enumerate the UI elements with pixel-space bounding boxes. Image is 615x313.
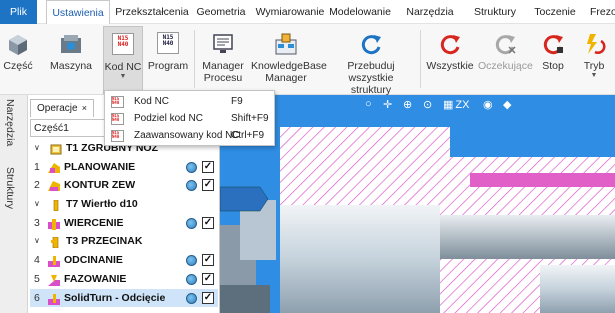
chevron-down-icon[interactable]: ∨ — [34, 195, 40, 214]
menu-przeksztalcenia[interactable]: Przekształcenia — [114, 0, 190, 24]
operation-checkbox[interactable]: ✓ — [202, 291, 214, 304]
menu-ustawienia[interactable]: Ustawienia — [46, 0, 110, 25]
menu-item-kod-nc[interactable]: N15 N40 Kod NC F9 — [105, 93, 276, 111]
machine-icon — [58, 32, 84, 56]
operation-checkbox[interactable]: ✓ — [202, 272, 214, 285]
menu-wymiarowanie[interactable]: Wymiarowanie — [255, 0, 325, 24]
orbit-icon[interactable]: ○ — [365, 98, 372, 110]
zoom-in-icon[interactable]: ⊕ — [403, 98, 412, 111]
operation-checkbox[interactable]: ✓ — [202, 216, 214, 229]
drilling-icon — [48, 218, 60, 230]
rebuild-icon — [358, 32, 384, 56]
render-icon[interactable]: ◆ — [503, 98, 511, 111]
part-icon — [5, 32, 31, 56]
tab-operacje[interactable]: Operacje × — [30, 99, 94, 117]
solidturn-icon — [48, 293, 60, 305]
viewport-toolbar: ○ ✛ ⊕ ⊙ ▦ ZX ◉ ◆ — [365, 97, 565, 115]
ribbon-separator — [194, 30, 195, 88]
globe-icon[interactable] — [186, 217, 197, 229]
menu-toczenie[interactable]: Toczenie — [530, 0, 580, 24]
pending-button[interactable]: Oczekujące — [478, 26, 533, 92]
nc-code-button[interactable]: N15 N40 Kod NC ▼ — [103, 26, 143, 94]
mode-icon — [581, 32, 607, 56]
tree-row-operation[interactable]: 1 PLANOWANIE ✓ — [30, 158, 218, 177]
ribbon-separator — [420, 30, 421, 88]
zoom-fit-icon[interactable]: ⊙ — [423, 98, 432, 111]
knowledgebase-manager-button[interactable]: KnowledgeBase Manager — [251, 26, 327, 92]
advanced-nc-code-icon: N15 N40 — [111, 130, 124, 142]
rebuild-all-structures-button[interactable]: Przebuduj wszystkie struktury — [327, 26, 415, 96]
menu-narzedzia[interactable]: Narzędzia — [403, 0, 457, 24]
close-icon[interactable]: × — [82, 100, 87, 117]
tree-row-operation[interactable]: 2 KONTUR ZEW ✓ — [30, 176, 218, 195]
chevron-down-icon[interactable]: ∨ — [34, 232, 40, 251]
ribbon: Część Maszyna N15 N40 Kod NC ▼ N15 N40 P… — [0, 24, 615, 96]
stop-button[interactable]: Stop — [537, 26, 569, 92]
split-nc-code-icon: N15 N40 — [111, 113, 124, 125]
process-manager-icon — [210, 32, 236, 56]
lathe-tool-icon — [50, 143, 62, 155]
menu-frezowanie[interactable]: Frezo — [590, 0, 615, 24]
nc-code-dropdown: N15 N40 Kod NC F9 N15 N40 Podziel kod NC… — [104, 90, 275, 146]
process-manager-button[interactable]: Manager Procesu — [199, 26, 247, 92]
menu-struktury[interactable]: Struktury — [470, 0, 520, 24]
menu-item-podziel-kod-nc[interactable]: N15 N40 Podziel kod NC Shift+F9 — [105, 110, 276, 128]
program-icon: N15 N40 — [155, 32, 181, 56]
regenerate-all-button[interactable]: Wszystkie — [426, 26, 474, 92]
tree-row-operation[interactable]: 4 ODCINANIE ✓ — [30, 251, 218, 270]
chevron-down-icon: ▼ — [119, 73, 127, 80]
drill-tool-icon — [50, 199, 62, 212]
tree-row-tool[interactable]: ∨ T3 PRZECINAK — [30, 232, 218, 251]
part-button[interactable]: Część — [0, 26, 36, 92]
side-tab-narzedzia[interactable]: Narzędzia — [4, 99, 16, 146]
mode-button[interactable]: Tryb ▼ — [578, 26, 610, 92]
tree-row-tool[interactable]: ∨ T7 Wiertło d10 — [30, 195, 218, 214]
tree-row-operation[interactable]: 5 FAZOWANIE ✓ — [30, 270, 218, 289]
tree-row-operation[interactable]: 6 SolidTurn - Odcięcie ✓ — [30, 288, 218, 308]
knowledgebase-icon — [273, 32, 299, 56]
menu-modelowanie[interactable]: Modelowanie — [327, 0, 393, 24]
globe-icon[interactable] — [186, 180, 197, 192]
menu-item-zaawansowany-kod-nc[interactable]: N15 N40 Zaawansowany kod NC Ctrl+F9 — [105, 127, 276, 145]
nc-code-icon: N15 N40 — [110, 33, 136, 57]
chevron-down-icon[interactable]: ∨ — [34, 139, 40, 158]
graphics-viewport[interactable]: ○ ✛ ⊕ ⊙ ▦ ZX ◉ ◆ — [220, 95, 615, 313]
operations-tree: ∨ T1 ZGRUBNY NÓŻ 1 PLANOWANIE ✓ 2 KONTUR… — [30, 139, 218, 308]
nc-code-icon: N15 N40 — [111, 96, 124, 108]
globe-icon[interactable] — [186, 161, 197, 173]
chevron-down-icon: ▼ — [590, 72, 598, 79]
menu-bar: Plik Ustawienia Przekształcenia Geometri… — [0, 0, 615, 25]
globe-icon[interactable] — [186, 255, 197, 267]
side-tab-strip: Narzędzia Struktury — [0, 95, 28, 313]
operation-checkbox[interactable]: ✓ — [202, 254, 214, 267]
refresh-all-icon — [437, 32, 463, 56]
pan-icon[interactable]: ✛ — [383, 98, 392, 111]
operation-checkbox[interactable]: ✓ — [202, 160, 214, 173]
side-tab-struktury[interactable]: Struktury — [4, 167, 16, 209]
stop-icon — [540, 32, 566, 56]
facing-icon — [48, 162, 60, 173]
operation-checkbox[interactable]: ✓ — [202, 179, 214, 192]
menu-plik[interactable]: Plik — [0, 0, 37, 24]
eye-icon[interactable]: ◉ — [483, 98, 493, 111]
globe-icon[interactable] — [186, 292, 197, 304]
contour-icon — [48, 180, 60, 192]
program-button[interactable]: N15 N40 Program — [146, 26, 190, 92]
lathe-simulation — [220, 95, 615, 313]
pending-icon — [492, 32, 518, 56]
globe-icon[interactable] — [186, 273, 197, 285]
tree-row-operation[interactable]: 3 WIERCENIE ✓ — [30, 214, 218, 233]
view-zx-icon[interactable]: ▦ ZX — [443, 98, 469, 111]
parting-tool-icon — [50, 236, 62, 249]
chamfer-icon — [48, 274, 60, 286]
machine-button[interactable]: Maszyna — [47, 26, 95, 92]
grooving-icon — [48, 255, 60, 268]
menu-geometria[interactable]: Geometria — [193, 0, 249, 24]
